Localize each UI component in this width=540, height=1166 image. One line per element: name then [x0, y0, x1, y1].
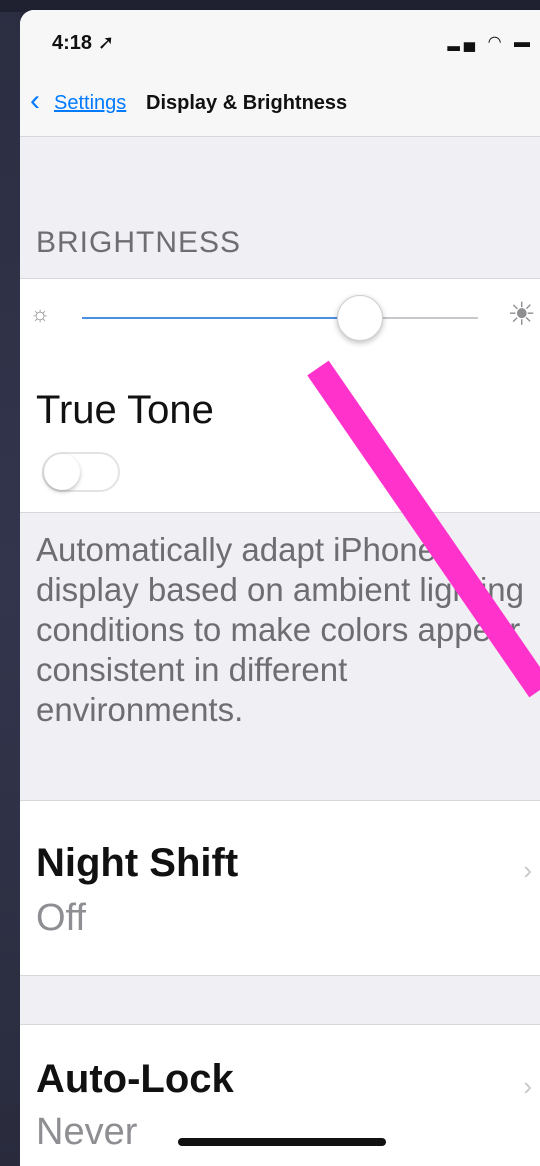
chevron-right-icon: › [523, 1071, 532, 1101]
true-tone-row: True Tone [20, 354, 540, 513]
true-tone-label: True Tone [36, 388, 214, 432]
time-text: 4:18 [52, 32, 93, 54]
brightness-slider-thumb[interactable] [337, 295, 384, 341]
true-tone-toggle[interactable] [42, 452, 120, 492]
brightness-section-header: BRIGHTNESS [36, 226, 242, 259]
night-shift-row[interactable]: Night Shift Off › [20, 800, 540, 976]
battery-icon: ▬ [514, 34, 534, 51]
sun-large-icon: ☀ [507, 296, 536, 332]
home-indicator[interactable] [178, 1138, 386, 1146]
chevron-right-icon: › [523, 855, 532, 885]
brightness-slider-row: ☼ ☀ [20, 278, 540, 356]
status-bar: 4:18 ➚ ▂▄ ◠ ▬ [20, 10, 540, 70]
status-time: 4:18 ➚ [52, 30, 114, 55]
page-title: Display & Brightness [146, 92, 348, 114]
back-button[interactable]: Settings [54, 92, 126, 115]
location-arrow-icon: ➚ [97, 32, 115, 54]
device-frame-edge [0, 0, 20, 1166]
night-shift-value: Off [36, 897, 86, 939]
cellular-signal-icon: ▂▄ [447, 34, 480, 51]
settings-screen: 4:18 ➚ ▂▄ ◠ ▬ ‹ Settings Display & Brigh… [20, 10, 540, 1166]
navigation-bar: ‹ Settings Display & Brightness [20, 70, 540, 137]
auto-lock-value: Never [36, 1111, 138, 1153]
wifi-icon: ◠ [487, 34, 506, 51]
chevron-left-icon[interactable]: ‹ [30, 86, 40, 116]
true-tone-description: Automatically adapt iPhone display based… [36, 531, 524, 728]
toggle-knob [44, 454, 80, 490]
brightness-slider-fill [82, 317, 360, 319]
brightness-slider[interactable] [82, 295, 478, 341]
status-icons: ▂▄ ◠ ▬ [447, 32, 534, 52]
night-shift-title: Night Shift [36, 841, 239, 885]
auto-lock-title: Auto-Lock [36, 1057, 234, 1101]
sun-small-icon: ☼ [30, 301, 51, 326]
